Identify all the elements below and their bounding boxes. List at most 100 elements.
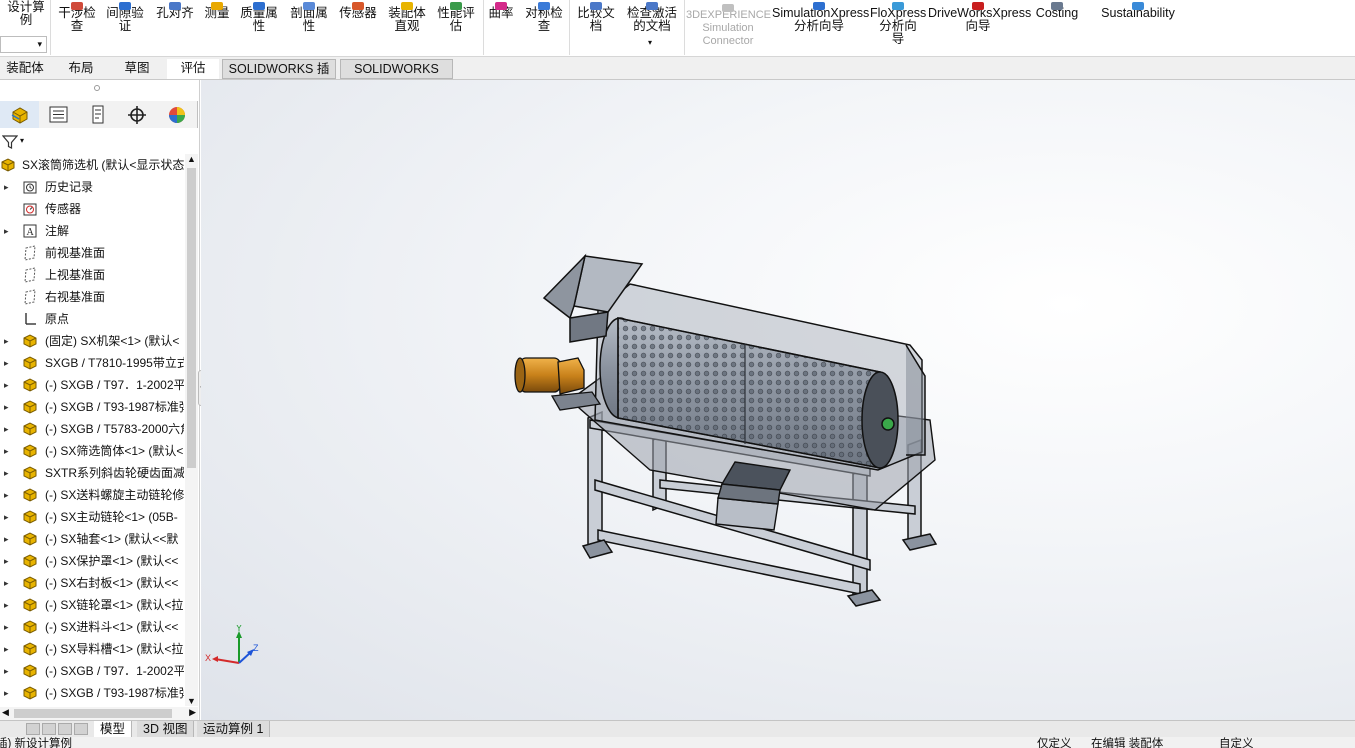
- expand-arrow-icon[interactable]: ▸: [4, 594, 9, 616]
- tree-item[interactable]: ▸ (-) SX筛选筒体<1> (默认<: [0, 440, 184, 462]
- tab-3d-view[interactable]: 3D 视图: [137, 721, 195, 738]
- tree-item-label: (-) SX导料槽<1> (默认<拉: [45, 642, 184, 656]
- expand-arrow-icon[interactable]: ▸: [4, 330, 9, 352]
- scroll-thumb[interactable]: [14, 709, 172, 718]
- tab-sketch[interactable]: 草图: [111, 59, 163, 79]
- tree-item[interactable]: ▸ SXTR系列斜齿轮硬齿面减速: [0, 462, 184, 484]
- expand-arrow-icon[interactable]: ▸: [4, 616, 9, 638]
- ribbon-button-12[interactable]: 比较文 档: [572, 2, 620, 33]
- tree-item[interactable]: ▸ A 注解: [0, 220, 184, 242]
- tree-item[interactable]: ▸ (-) SX主动链轮<1> (05B-: [0, 506, 184, 528]
- tree-root-assembly[interactable]: SX滚筒筛选机 (默认<显示状态: [0, 154, 184, 176]
- ribbon-button-13[interactable]: 检查激活 的文档: [623, 2, 681, 33]
- tree-item[interactable]: ▸ (-) SX右封板<1> (默认<<: [0, 572, 184, 594]
- tree-item[interactable]: ▸ (-) SXGB / T93-1987标准弹: [0, 396, 184, 418]
- ribbon-button-14[interactable]: 3DEXPERIENCE Simulation Connector: [686, 4, 771, 48]
- ribbon-button-3[interactable]: 孔对齐: [150, 2, 200, 20]
- tree-item[interactable]: ▸ (-) SXGB / T5783-2000六角: [0, 418, 184, 440]
- scroll-up-icon[interactable]: ▲: [187, 154, 196, 164]
- filter-icon[interactable]: [2, 134, 18, 150]
- expand-arrow-icon[interactable]: ▸: [4, 638, 9, 660]
- status-units[interactable]: 自定义: [1219, 737, 1254, 748]
- tab-evaluate[interactable]: 评估: [167, 59, 219, 79]
- tree-item[interactable]: 原点: [0, 308, 184, 330]
- scroll-down-icon[interactable]: ▼: [187, 696, 196, 706]
- tree-item[interactable]: 前视基准面: [0, 242, 184, 264]
- expand-arrow-icon[interactable]: ▸: [4, 528, 9, 550]
- tree-item[interactable]: ▸ (-) SX轴套<1> (默认<<默: [0, 528, 184, 550]
- chevron-down-icon[interactable]: ▾: [20, 136, 24, 145]
- ribbon-button-17[interactable]: DriveWorksXpress 向导: [928, 2, 1031, 33]
- configuration-dropdown[interactable]: ▾: [0, 36, 47, 53]
- ribbon-button-7[interactable]: 传感器: [334, 2, 382, 20]
- expand-arrow-icon[interactable]: ▸: [4, 484, 9, 506]
- tab-layout[interactable]: 布局: [55, 59, 107, 79]
- tree-horizontal-scrollbar[interactable]: ◀ ▶: [0, 707, 198, 720]
- panel-grip-icon[interactable]: [94, 85, 100, 91]
- tab-assembly[interactable]: 装配体: [0, 59, 50, 79]
- ribbon-button-8[interactable]: 装配体 直观: [383, 2, 431, 33]
- tab-dimxpert-manager[interactable]: [117, 101, 157, 128]
- scroll-right-icon[interactable]: ▶: [189, 707, 196, 718]
- expand-arrow-icon[interactable]: ▸: [4, 374, 9, 396]
- tab-model[interactable]: 模型: [94, 721, 133, 738]
- tab-property-manager[interactable]: [39, 101, 79, 128]
- expand-arrow-icon[interactable]: ▸: [4, 660, 9, 682]
- ribbon-button-2[interactable]: 间隙验 证: [103, 2, 147, 33]
- ribbon-button-5[interactable]: 质量属 性: [236, 2, 282, 33]
- scroll-left-icon[interactable]: ◀: [2, 707, 9, 718]
- ribbon-button-10[interactable]: 曲率: [485, 2, 517, 20]
- ribbon-button-6[interactable]: 剖面属 性: [285, 2, 333, 33]
- expand-arrow-icon[interactable]: ▸: [4, 176, 9, 198]
- tab-feature-manager[interactable]: [0, 101, 40, 128]
- tree-item[interactable]: ▸ (-) SXGB / T93-1987标准弹: [0, 682, 184, 704]
- expand-arrow-icon[interactable]: ▸: [4, 506, 9, 528]
- tree-item[interactable]: ▸ (-) SX保护罩<1> (默认<<: [0, 550, 184, 572]
- expand-arrow-icon[interactable]: ▸: [4, 418, 9, 440]
- graphics-area[interactable]: Y X Z: [201, 80, 1355, 720]
- ribbon-button-9[interactable]: 性能评 估: [432, 2, 480, 33]
- expand-arrow-icon[interactable]: ▸: [4, 572, 9, 594]
- scroll-thumb[interactable]: [187, 168, 196, 468]
- expand-arrow-icon[interactable]: ▸: [4, 550, 9, 572]
- expand-arrow-icon[interactable]: ▸: [4, 220, 9, 242]
- tree-item[interactable]: ▸ (-) SX导料槽<1> (默认<拉: [0, 638, 184, 660]
- tree-item[interactable]: ▸ (固定) SX机架<1> (默认<: [0, 330, 184, 352]
- chevron-down-icon[interactable]: ▾: [648, 38, 652, 47]
- ribbon-button-15[interactable]: SimulationXpress 分析向导: [772, 2, 869, 33]
- tree-item[interactable]: 传感器: [0, 198, 184, 220]
- tree-item[interactable]: 上视基准面: [0, 264, 184, 286]
- tree-item[interactable]: 右视基准面: [0, 286, 184, 308]
- tab-display-manager[interactable]: [156, 101, 198, 128]
- tree-item[interactable]: ▸ 历史记录: [0, 176, 184, 198]
- ribbon-button-19[interactable]: Sustainability: [1098, 2, 1178, 20]
- expand-arrow-icon[interactable]: ▸: [4, 352, 9, 374]
- tree-item-label: (-) SX轴套<1> (默认<<默: [45, 532, 179, 546]
- expand-arrow-icon[interactable]: ▸: [4, 440, 9, 462]
- tab-solidworks-addins[interactable]: SOLIDWORKS 插件: [222, 59, 336, 95]
- design-study-button[interactable]: 设计算 例: [4, 1, 48, 27]
- tree-item[interactable]: ▸ (-) SX送料螺旋主动链轮修: [0, 484, 184, 506]
- tab-configuration-manager[interactable]: [78, 101, 118, 128]
- expand-arrow-icon[interactable]: ▸: [4, 462, 9, 484]
- tree-vertical-scrollbar[interactable]: ▲ ▼: [185, 154, 198, 706]
- last-tab-icon[interactable]: [74, 723, 88, 735]
- ribbon-button-16[interactable]: FloXpress 分析向 导: [870, 2, 926, 46]
- tree-item[interactable]: ▸ SXGB / T7810-1995带立式: [0, 352, 184, 374]
- next-tab-icon[interactable]: [58, 723, 72, 735]
- ribbon-button-1[interactable]: 干涉检 查: [52, 2, 102, 33]
- tab-motion-study[interactable]: 运动算例 1: [197, 721, 271, 738]
- expand-arrow-icon[interactable]: ▸: [4, 396, 9, 418]
- tree-item[interactable]: ▸ (-) SXGB / T97．1-2002平: [0, 374, 184, 396]
- ribbon-button-4[interactable]: 测量: [200, 2, 234, 20]
- drum-screener-model[interactable]: [201, 80, 1355, 720]
- ribbon-button-18[interactable]: Costing: [1032, 2, 1082, 20]
- tab-solidworks-mbd[interactable]: SOLIDWORKS MBD: [340, 59, 453, 95]
- tree-item[interactable]: ▸ (-) SX进料斗<1> (默认<<: [0, 616, 184, 638]
- tree-item[interactable]: ▸ (-) SXGB / T97．1-2002平: [0, 660, 184, 682]
- expand-arrow-icon[interactable]: ▸: [4, 682, 9, 704]
- ribbon-button-11[interactable]: 对称检 查: [520, 2, 568, 33]
- prev-tab-icon[interactable]: [42, 723, 56, 735]
- tree-item[interactable]: ▸ (-) SX链轮罩<1> (默认<拉: [0, 594, 184, 616]
- first-tab-icon[interactable]: [26, 723, 40, 735]
